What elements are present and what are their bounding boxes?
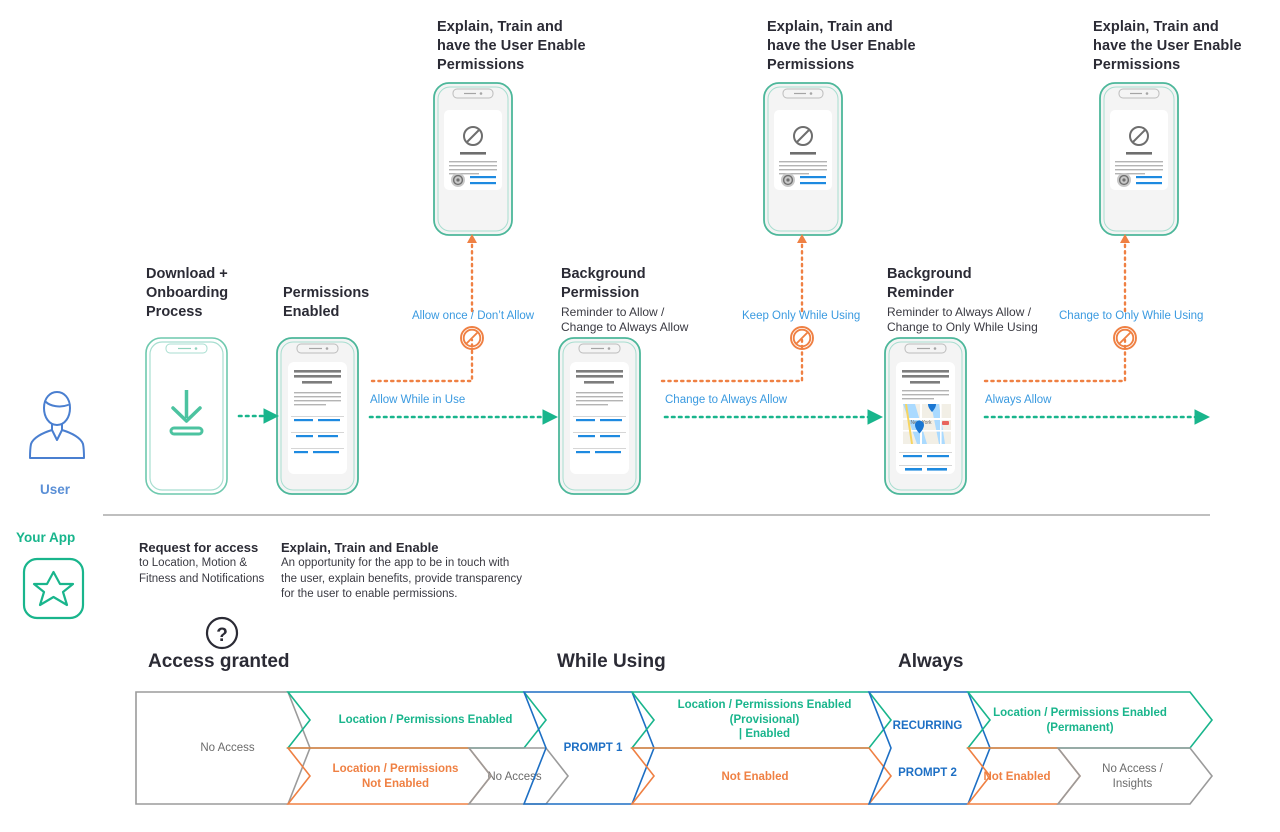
phase-title-access-granted: Access granted <box>148 651 290 672</box>
stage-title-background-permission: Background Permission Reminder to Allow … <box>561 266 689 334</box>
funnel-label-recurring: RECURRING <box>892 720 963 732</box>
callout-title-3-line2: have the User Enable <box>1093 38 1242 54</box>
phase-title-while-using: While Using <box>557 651 666 672</box>
callout-title-1: Explain, Train and have the User Enable … <box>437 18 617 75</box>
callout-title-2-line3: Permissions <box>767 57 855 73</box>
gear-icon-phone-2 <box>781 173 795 187</box>
edge-label-accept-3: Always Allow <box>985 394 1052 406</box>
edge-label-accept-1: Allow While in Use <box>370 394 466 406</box>
stage-title-permissions-enabled: Permissions Enabled <box>283 285 370 320</box>
reject-path-2-lower <box>660 338 804 383</box>
map-thumbnail-icon: New York <box>903 404 951 444</box>
funnel-label-no-access-insights: No Access / Insights <box>1102 763 1163 790</box>
funnel-label-no-access-2: No Access <box>487 771 542 783</box>
callout-title-3: Explain, Train and have the User Enable … <box>1093 18 1278 75</box>
funnel-label-location-enabled-provisional: Location / Permissions Enabled (Provisio… <box>677 699 852 740</box>
stage-title-background-reminder: Background Reminder Reminder to Always A… <box>887 266 1038 334</box>
funnel-label-not-enabled-2: Not Enabled <box>983 771 1051 783</box>
edge-label-reject-3: Change to Only While Using <box>1059 310 1204 322</box>
edge-label-accept-2: Change to Always Allow <box>665 394 788 406</box>
phone-background-permission <box>558 337 641 495</box>
reject-path-1-lower <box>370 338 474 383</box>
legend-request-access-title: Request for access <box>139 540 259 555</box>
phone-callout-2 <box>763 82 843 236</box>
phone-download-arrow <box>145 337 228 495</box>
phone-permissions-enabled <box>276 337 359 495</box>
chevron-recurring-prompt-2 <box>867 691 991 805</box>
lane-divider <box>103 514 1210 516</box>
callout-title-1-line1: Explain, Train and <box>437 19 563 35</box>
app-star-logo-icon <box>22 557 85 620</box>
no-entry-icon-reject-1 <box>460 326 484 350</box>
stage-title-download: Download + Onboarding Process <box>146 266 229 320</box>
legend-explain-title: Explain, Train and Enable <box>281 540 439 555</box>
funnel-label-location-not-enabled: Location / Permissions Not Enabled <box>332 763 459 790</box>
callout-title-3-line1: Explain, Train and <box>1093 19 1219 35</box>
no-entry-icon-reject-3 <box>1113 326 1137 350</box>
callout-title-1-line2: have the User Enable <box>437 38 586 54</box>
legend-request-access: Request for access to Location, Motion &… <box>139 539 274 587</box>
funnel-label-no-access-start: No Access <box>200 742 255 754</box>
diagram-canvas: Explain, Train and have the User Enable … <box>0 0 1280 832</box>
callout-title-2-line1: Explain, Train and <box>767 19 893 35</box>
no-entry-icon-phone-2 <box>793 126 813 146</box>
funnel-label-prompt-2: PROMPT 2 <box>898 767 957 779</box>
callout-title-1-line3: Permissions <box>437 57 525 73</box>
phone-callout-1 <box>433 82 513 236</box>
callout-title-2: Explain, Train and have the User Enable … <box>767 18 947 75</box>
funnel-label-location-enabled-1: Location / Permissions Enabled <box>338 714 513 726</box>
phase-title-always: Always <box>898 651 964 672</box>
question-mark-circle-icon: ? <box>205 616 239 650</box>
gear-icon-phone-1 <box>451 173 465 187</box>
reject-arrowheads <box>467 234 1130 243</box>
legend-explain-train-enable: Explain, Train and Enable An opportunity… <box>281 539 531 603</box>
reject-path-3-lower <box>983 338 1127 383</box>
edge-label-reject-2: Keep Only While Using <box>742 310 861 322</box>
svg-text:New York: New York <box>910 420 932 426</box>
funnel-label-location-enabled-permanent: Location / Permissions Enabled (Permanen… <box>993 707 1167 734</box>
lane-label-your-app: Your App <box>16 530 76 545</box>
no-entry-icon-phone-1 <box>463 126 483 146</box>
funnel-label-not-enabled-1: Not Enabled <box>721 771 789 783</box>
gear-icon-phone-3 <box>1117 173 1131 187</box>
phone-background-reminder-map: New York <box>884 337 967 495</box>
no-entry-icon-phone-3 <box>1129 126 1149 146</box>
callout-title-2-line2: have the User Enable <box>767 38 916 54</box>
user-avatar-icon <box>29 391 85 459</box>
no-entry-icon-reject-2 <box>790 326 814 350</box>
funnel-label-prompt-1: PROMPT 1 <box>563 742 623 754</box>
phone-callout-3 <box>1099 82 1179 236</box>
svg-text:?: ? <box>216 625 228 646</box>
lane-label-user: User <box>40 482 71 497</box>
callout-title-3-line3: Permissions <box>1093 57 1181 73</box>
edge-label-reject-1: Allow once / Don’t Allow <box>412 310 535 322</box>
